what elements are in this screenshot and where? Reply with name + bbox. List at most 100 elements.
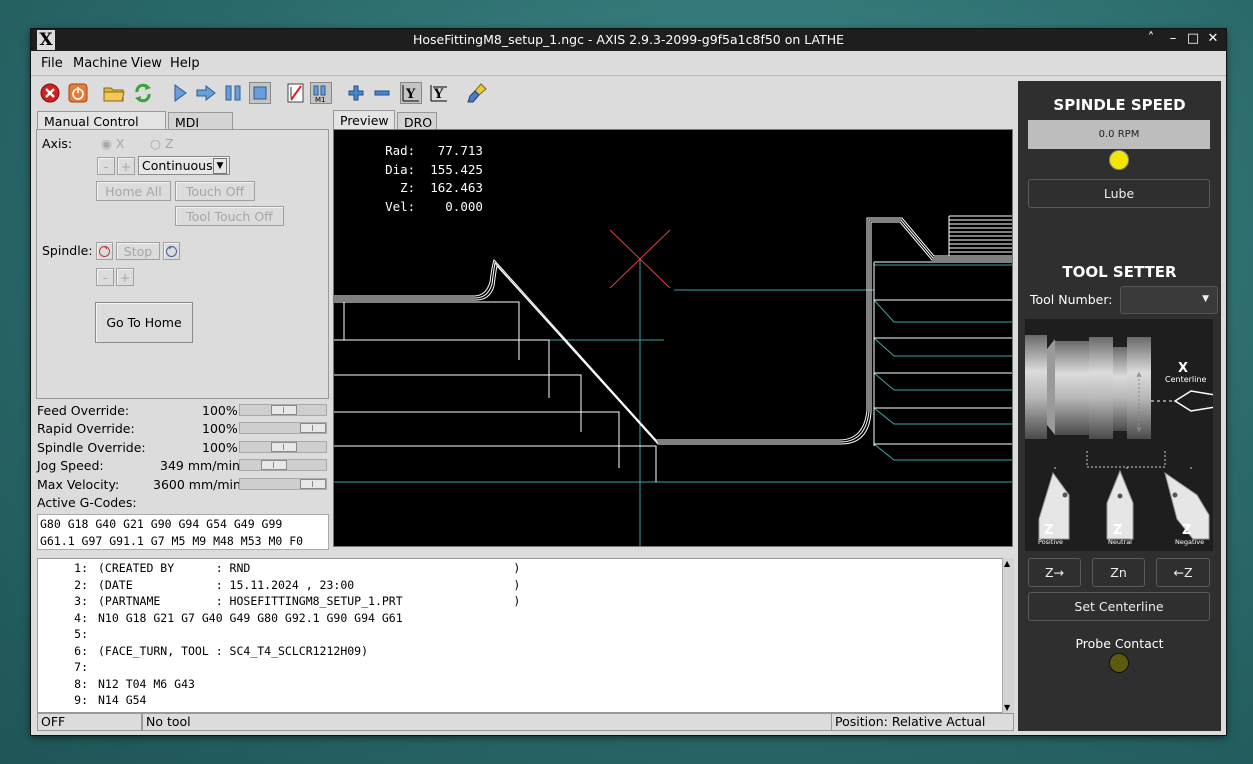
spindle-plus-button[interactable]: +	[116, 268, 134, 286]
toggle-skip-icon[interactable]	[285, 82, 307, 104]
line-text: (FACE_TURN, TOOL : SC4_T4_SCLCR1212H09)	[98, 644, 369, 658]
active-gcodes-box: G80 G18 G40 G21 G90 G94 G54 G49 G99 G61.1…	[37, 514, 329, 550]
minimize-icon[interactable]: ˄	[1143, 31, 1159, 46]
tool-number-select[interactable]: ▼	[1120, 286, 1218, 314]
line-number: 8:	[74, 677, 88, 691]
dro-rad: Rad: 77.713	[385, 143, 483, 158]
jog-mode-select[interactable]: Continuous ▼	[138, 156, 230, 175]
tool-setter-title: TOOL SETTER	[1062, 263, 1177, 281]
line-number: 6:	[74, 644, 88, 658]
jog-plus-button[interactable]: +	[117, 157, 135, 175]
menu-help[interactable]: Help	[170, 56, 200, 71]
z-neutral-button[interactable]: Zn	[1092, 558, 1145, 587]
rpm-value: 0.0 RPM	[1098, 129, 1140, 140]
line-text: (DATE : 15.11.2024 , 23:00 )	[98, 578, 521, 592]
close-icon[interactable]: ✕	[1205, 31, 1221, 46]
spindle-override-value: 100%	[202, 440, 238, 455]
line-text: (PARTNAME : HOSEFITTINGM8_SETUP_1.PRT )	[98, 594, 521, 608]
jog-speed-slider[interactable]	[239, 459, 327, 471]
active-gcodes-label: Active G-Codes:	[37, 495, 137, 510]
axis-x-radio[interactable]: ◉ X	[101, 136, 124, 151]
zoom-out-icon[interactable]	[371, 82, 393, 104]
stop-icon[interactable]	[249, 82, 271, 104]
spindle-ccw-icon[interactable]	[96, 242, 113, 260]
clear-plot-icon[interactable]	[467, 82, 489, 104]
spindle-cw-icon[interactable]	[163, 242, 180, 260]
title-bar[interactable]: X HoseFittingM8_setup_1.ngc - AXIS 2.9.3…	[31, 29, 1226, 51]
view-y-icon[interactable]: Y	[400, 82, 422, 104]
run-icon[interactable]	[169, 82, 191, 104]
toolpath-preview[interactable]: Rad: 77.713 Dia: 155.425 Z: 162.463 Vel:…	[333, 129, 1013, 547]
feed-override-slider[interactable]	[239, 404, 327, 416]
optional-stop-icon[interactable]: M1	[310, 82, 332, 104]
maximize-icon[interactable]: □	[1185, 31, 1201, 46]
step-icon[interactable]	[195, 82, 217, 104]
spindle-stop-button[interactable]: Stop	[116, 242, 160, 260]
estop-icon[interactable]	[39, 82, 61, 104]
z-negative-button[interactable]: ←Z	[1156, 558, 1210, 587]
dro-z: Z: 162.463	[400, 180, 483, 195]
dro-dia: Dia: 155.425	[385, 161, 483, 177]
menu-file[interactable]: File	[41, 56, 63, 71]
probe-led-icon	[1109, 653, 1129, 673]
line-number: 7:	[74, 660, 88, 674]
status-machine-state: OFF	[37, 713, 142, 731]
power-icon[interactable]	[67, 82, 89, 104]
slider-thumb[interactable]	[271, 405, 297, 415]
z-neutral-letter: Z	[1113, 523, 1123, 538]
touch-off-button[interactable]: Touch Off	[175, 181, 255, 201]
slider-thumb[interactable]	[300, 423, 326, 433]
set-centerline-button[interactable]: Set Centerline	[1028, 592, 1210, 621]
gcodes-line-1: G80 G18 G40 G21 G90 G94 G54 G49 G99	[40, 517, 283, 531]
tool-setter-diagram: X Centerline Z Positive Z Neutral Z Nega…	[1025, 319, 1213, 551]
axis-label: Axis:	[42, 136, 73, 151]
spindle-override-slider[interactable]	[239, 441, 327, 453]
spindle-speed-title: SPINDLE SPEED	[1053, 96, 1186, 114]
lube-button[interactable]: Lube	[1028, 179, 1210, 208]
z-positive-button[interactable]: Z→	[1028, 558, 1081, 587]
tab-preview[interactable]: Preview	[333, 110, 395, 129]
go-to-home-button[interactable]: Go To Home	[95, 302, 193, 343]
scroll-down-icon[interactable]: ▼	[1004, 703, 1010, 712]
feed-override-value: 100%	[202, 403, 238, 418]
rapid-override-slider[interactable]	[239, 422, 327, 434]
feed-override-label: Feed Override:	[37, 403, 130, 418]
menu-view[interactable]: View	[131, 56, 162, 71]
manual-control-panel: Axis: ◉ X ○ Z - + Continuous ▼ Home All …	[36, 129, 329, 399]
gcodes-line-2: G61.1 G97 G91.1 G7 M5 M9 M48 M53 M0 F0	[40, 534, 304, 548]
slider-thumb[interactable]	[261, 460, 287, 470]
line-number: 4:	[74, 611, 88, 625]
spindle-minus-button[interactable]: -	[96, 268, 114, 286]
gcode-listing[interactable]: 1: (CREATED BY : RND ) 2: (DATE : 15.11.20…	[37, 558, 1014, 713]
line-number: 9:	[74, 693, 88, 707]
slider-thumb[interactable]	[300, 479, 326, 489]
status-position: Position: Relative Actual	[831, 713, 1014, 731]
side-panel: SPINDLE SPEED 0.0 RPM Lube TOOL SETTER T…	[1018, 81, 1221, 731]
axis-z-radio[interactable]: ○ Z	[150, 136, 173, 151]
jog-speed-value: 349 mm/min	[160, 458, 240, 473]
minimize-button[interactable]: –	[1165, 31, 1181, 46]
axis-window: X HoseFittingM8_setup_1.ngc - AXIS 2.9.3…	[31, 29, 1226, 735]
reload-icon[interactable]	[132, 82, 154, 104]
svg-text:M1: M1	[315, 96, 326, 103]
tool-number-label: Tool Number:	[1030, 292, 1113, 307]
max-velocity-slider[interactable]	[239, 478, 327, 490]
status-tool: No tool	[142, 713, 832, 731]
zoom-in-icon[interactable]	[345, 82, 367, 104]
z-negative-letter: Z	[1182, 523, 1192, 538]
chevron-down-icon: ▼	[1202, 294, 1209, 304]
menu-machine[interactable]: Machine	[73, 56, 127, 71]
scroll-up-icon[interactable]: ▲	[1004, 559, 1010, 568]
rapid-override-label: Rapid Override:	[37, 421, 135, 436]
tool-touch-off-button[interactable]: Tool Touch Off	[175, 206, 284, 226]
axis-z-label: Z	[164, 136, 174, 151]
pause-icon[interactable]	[222, 82, 244, 104]
jog-minus-button[interactable]: -	[97, 157, 115, 175]
tab-manual-control[interactable]: Manual Control [F3]	[37, 111, 166, 148]
dro-vel: Vel: 0.000	[385, 198, 483, 214]
home-all-button[interactable]: Home All	[96, 181, 171, 201]
open-file-icon[interactable]	[103, 82, 125, 104]
view-y-rotated-icon[interactable]: Y	[428, 82, 450, 104]
slider-thumb[interactable]	[271, 442, 297, 452]
code-scrollbar[interactable]: ▲ ▼	[1002, 558, 1014, 713]
